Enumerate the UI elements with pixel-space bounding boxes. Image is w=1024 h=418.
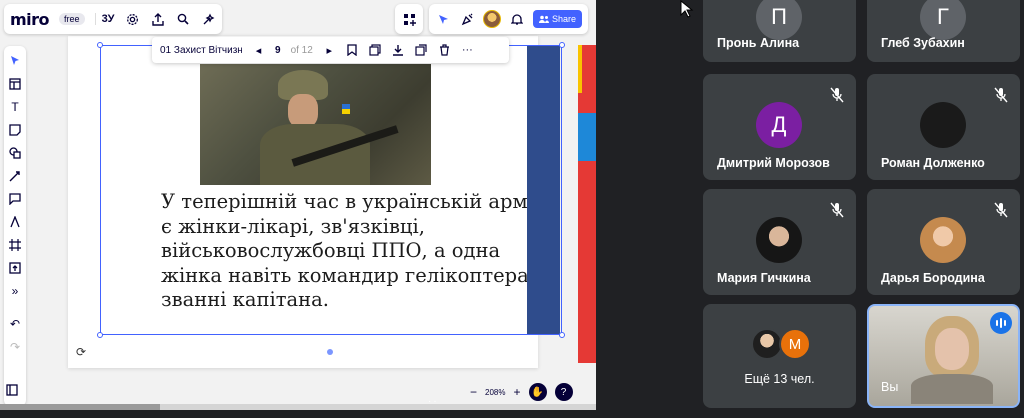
- duplicate-icon[interactable]: [415, 44, 428, 56]
- search-icon[interactable]: [175, 11, 190, 27]
- undo-icon[interactable]: ↶: [7, 315, 23, 332]
- bookmark-icon[interactable]: [346, 44, 359, 56]
- zoom-out-icon[interactable]: −: [470, 385, 477, 399]
- miro-top-left-bar: miro free 3У: [4, 4, 222, 34]
- frame-page-number[interactable]: 9: [275, 45, 281, 56]
- horizontal-scrollbar[interactable]: [0, 404, 596, 410]
- frame-context-toolbar: 01 Захист Вітчизн... ◂ 9 of 12 ▸ ···: [152, 37, 509, 63]
- copy-frames-icon[interactable]: [369, 44, 382, 56]
- resize-handle[interactable]: [97, 42, 103, 48]
- prev-frame-icon[interactable]: ◂: [252, 44, 265, 57]
- select-tool-icon[interactable]: [7, 52, 23, 69]
- plan-badge[interactable]: free: [59, 13, 85, 25]
- hand-tool-icon[interactable]: ✋: [528, 383, 547, 401]
- participant-tile[interactable]: Г Глеб Зубахин: [867, 0, 1020, 62]
- comment-icon[interactable]: [7, 190, 23, 207]
- upload-icon[interactable]: [7, 259, 23, 276]
- templates-icon[interactable]: [7, 75, 23, 92]
- collaborator-avatar[interactable]: [483, 10, 501, 28]
- miro-logo[interactable]: miro: [10, 10, 50, 29]
- apps-icon[interactable]: [401, 11, 417, 27]
- participant-name: Пронь Алина: [717, 36, 800, 50]
- connector-dot[interactable]: [327, 349, 333, 355]
- participant-tile[interactable]: П Пронь Алина: [703, 0, 856, 62]
- resize-handle[interactable]: [559, 332, 565, 338]
- next-slide-edge: [578, 45, 596, 363]
- delete-icon[interactable]: [438, 44, 451, 56]
- more-options-icon[interactable]: ···: [461, 44, 474, 56]
- sticky-note-icon[interactable]: [7, 121, 23, 138]
- participant-name: Глеб Зубахин: [881, 36, 965, 50]
- participant-tile[interactable]: Мария Гичкина: [703, 189, 856, 295]
- participant-avatar: [920, 102, 966, 148]
- scrollbar-thumb[interactable]: [0, 404, 160, 410]
- miro-top-right-bar: Share: [395, 4, 589, 34]
- frame-tool-icon[interactable]: [7, 236, 23, 253]
- rotate-handle-icon[interactable]: ⟳: [76, 345, 86, 359]
- share-label: Share: [552, 14, 577, 24]
- participant-avatar: М: [779, 328, 811, 360]
- frames-panel-icon[interactable]: [6, 384, 18, 399]
- participant-avatar: Г: [920, 0, 966, 40]
- cursor-follow-icon[interactable]: [435, 11, 451, 27]
- participant-tile[interactable]: Роман Долженко: [867, 74, 1020, 180]
- settings-icon[interactable]: [125, 11, 140, 27]
- share-button[interactable]: Share: [533, 10, 583, 28]
- help-icon[interactable]: ?: [554, 383, 573, 401]
- pen-tool-icon[interactable]: [7, 213, 23, 230]
- speaking-indicator-icon: [990, 312, 1012, 334]
- self-label: Вы: [881, 380, 899, 394]
- reactions-icon[interactable]: [459, 11, 475, 27]
- miro-left-toolbar: T » ↶ ↷: [4, 46, 26, 406]
- zoom-level[interactable]: 208%: [485, 388, 505, 397]
- redo-icon[interactable]: ↷: [7, 338, 23, 355]
- more-participants-tile[interactable]: М Ещё 13 чел.: [703, 304, 856, 408]
- participant-name: Дмитрий Морозов: [717, 156, 830, 170]
- download-icon[interactable]: [392, 44, 405, 56]
- participant-avatar: [920, 217, 966, 263]
- more-tools-icon[interactable]: »: [7, 282, 23, 299]
- board-name[interactable]: 3У: [94, 13, 115, 25]
- zoom-in-icon[interactable]: +: [513, 385, 520, 399]
- selection-box[interactable]: [97, 42, 565, 338]
- export-icon[interactable]: [150, 11, 165, 27]
- magic-tool-icon[interactable]: [201, 11, 216, 27]
- connection-line-icon[interactable]: [7, 167, 23, 184]
- more-participants-label: Ещё 13 чел.: [744, 372, 815, 386]
- frame-page-total: of 12: [290, 44, 313, 56]
- drag-handle-icon[interactable]: ··: [428, 396, 439, 407]
- mic-off-icon: [992, 86, 1010, 104]
- frame-title[interactable]: 01 Захист Вітчизн...: [160, 45, 242, 56]
- text-tool-icon[interactable]: T: [7, 98, 23, 115]
- participant-name: Дарья Бородина: [881, 271, 985, 285]
- self-video: [911, 316, 993, 404]
- participant-name: Роман Долженко: [881, 156, 985, 170]
- participant-avatar: Д: [756, 102, 802, 148]
- participant-tile[interactable]: Дарья Бородина: [867, 189, 1020, 295]
- next-frame-icon[interactable]: ▸: [323, 44, 336, 57]
- participant-tile[interactable]: Д Дмитрий Морозов: [703, 74, 856, 180]
- resize-handle[interactable]: [97, 332, 103, 338]
- miro-board-share: У теперішній час в українській армії є ж…: [0, 0, 596, 410]
- mic-off-icon: [828, 86, 846, 104]
- zoom-controls: − 208% + ✋ ?: [470, 380, 590, 404]
- self-view-tile[interactable]: Вы: [867, 304, 1020, 408]
- mic-off-icon: [828, 201, 846, 219]
- participant-avatar: [756, 217, 802, 263]
- mouse-cursor-icon: [680, 0, 694, 18]
- participant-avatar: П: [756, 0, 802, 40]
- resize-handle[interactable]: [559, 42, 565, 48]
- shapes-icon[interactable]: [7, 144, 23, 161]
- mic-off-icon: [992, 201, 1010, 219]
- notifications-icon[interactable]: [509, 11, 525, 27]
- participant-name: Мария Гичкина: [717, 271, 811, 285]
